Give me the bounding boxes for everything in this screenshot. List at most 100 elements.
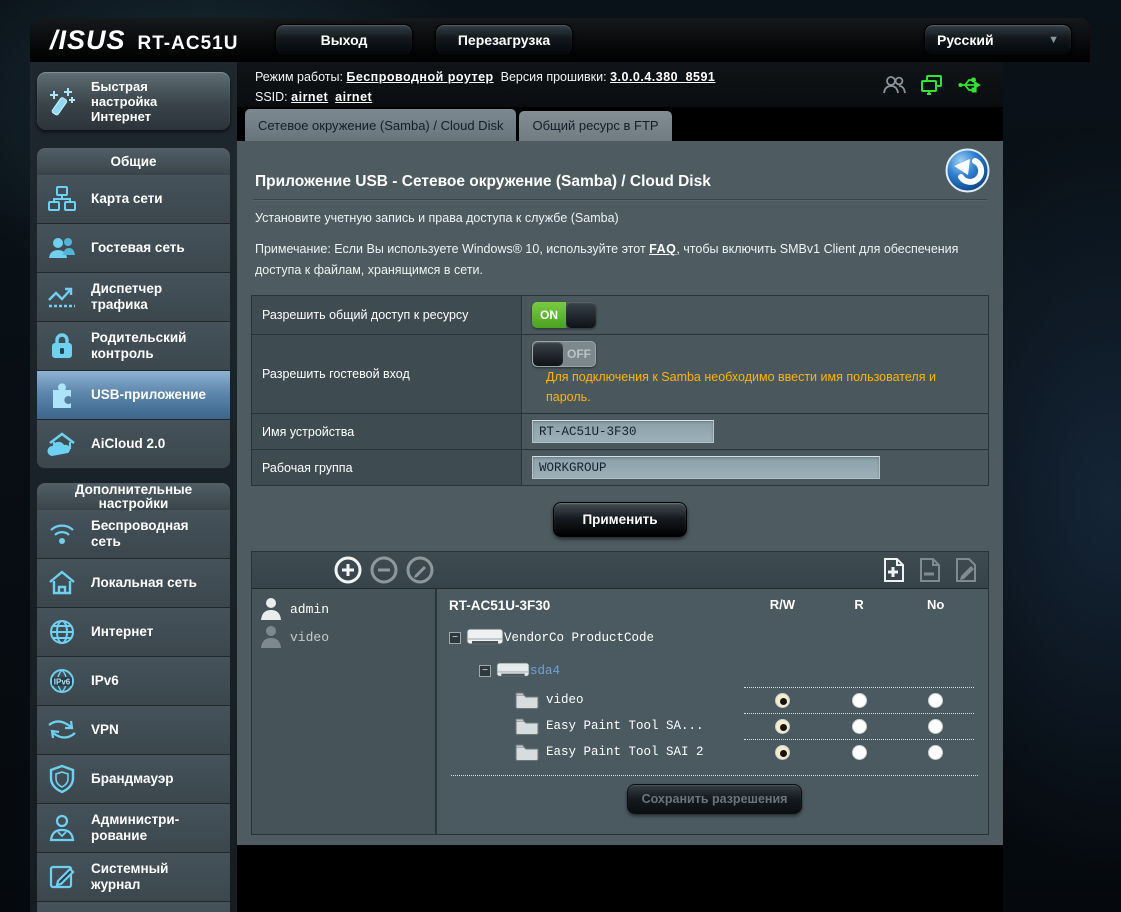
- table-row: Имя устройства: [252, 414, 989, 450]
- reboot-button[interactable]: Перезагрузка: [435, 24, 573, 56]
- sidebar-item-firewall[interactable]: Брандмауэр: [37, 755, 230, 804]
- share-enable-toggle[interactable]: ON: [532, 302, 596, 328]
- folder-icon: [515, 691, 539, 709]
- folder-icon: [515, 743, 539, 761]
- operation-mode-label: Режим работы:: [255, 70, 343, 84]
- radio-r[interactable]: [852, 745, 867, 760]
- main-area: Режим работы: Беспроводной роутер Версия…: [237, 62, 1003, 912]
- sidebar-item-vpn[interactable]: VPN: [37, 706, 230, 755]
- windows10-note: Примечание: Если Вы используете Windows®…: [255, 239, 985, 281]
- page-subtitle: Установите учетную запись и права доступ…: [255, 211, 985, 225]
- faq-link[interactable]: FAQ: [649, 242, 676, 256]
- guest-login-label: Разрешить гостевой вход: [252, 335, 522, 414]
- radio-no[interactable]: [928, 745, 943, 760]
- sidebar-item-ipv6[interactable]: IPv6 IPv6: [37, 657, 230, 706]
- toggle-on-label: ON: [532, 302, 566, 328]
- disk-label[interactable]: VendorCo ProductCode: [504, 631, 654, 645]
- vpn-icon: [45, 714, 79, 746]
- guest-network-icon: [45, 232, 79, 264]
- sidebar-item-label: Системный журнал: [91, 861, 216, 893]
- table-row: Разрешить гостевой вход OFF Для подключе…: [252, 335, 989, 414]
- add-share-button[interactable]: [882, 557, 906, 583]
- logout-button[interactable]: Выход: [275, 24, 413, 56]
- radio-no[interactable]: [928, 719, 943, 734]
- samba-settings-table: Разрешить общий доступ к ресурсу ON Разр…: [251, 295, 989, 486]
- user-row-admin[interactable]: admin: [260, 597, 427, 621]
- sidebar-item-administration[interactable]: Администри-рование: [37, 804, 230, 853]
- guest-login-toggle[interactable]: OFF: [532, 341, 596, 367]
- folder-icon: [515, 717, 539, 735]
- save-permissions-button[interactable]: Сохранить разрешения: [627, 784, 803, 814]
- workgroup-label: Рабочая группа: [252, 450, 522, 486]
- quick-setup-button[interactable]: Быстрая настройка Интернет: [37, 72, 230, 130]
- radio-no[interactable]: [928, 693, 943, 708]
- ssid-link-1[interactable]: airnet: [291, 90, 328, 104]
- sidebar-item-label: Диспетчер трафика: [91, 281, 216, 313]
- radio-r[interactable]: [852, 719, 867, 734]
- router-model: RT-AC51U: [138, 33, 239, 55]
- guest-login-hint: Для подключения к Samba необходимо ввест…: [546, 367, 946, 407]
- sidebar-item-label: Карта сети: [91, 191, 216, 207]
- tab-samba-cloud-disk[interactable]: Сетевое окружение (Samba) / Cloud Disk: [245, 109, 516, 141]
- users-icon[interactable]: [882, 75, 906, 95]
- radio-rw-selected[interactable]: [775, 719, 790, 734]
- lan-house-icon: [45, 567, 79, 599]
- ssid-label: SSID:: [255, 90, 288, 104]
- folder-label: Easy Paint Tool SA...: [546, 719, 704, 733]
- modify-share-button[interactable]: [954, 557, 978, 583]
- edit-user-button[interactable]: [406, 556, 434, 584]
- sidebar-item-label: Локальная сеть: [91, 575, 216, 591]
- permissions-body: admin video RT-AC51U-3F30 R/W R No: [252, 589, 988, 834]
- tree-node-partition: − sda4: [449, 655, 980, 687]
- radio-rw-selected[interactable]: [775, 745, 790, 760]
- svg-text:IPv6: IPv6: [54, 678, 71, 687]
- clients-monitor-icon[interactable]: [920, 74, 943, 95]
- sidebar-item-system-log[interactable]: Системный журнал: [37, 853, 230, 902]
- radio-rw-selected[interactable]: [775, 693, 790, 708]
- sidebar-item-label: Родительский контроль: [91, 330, 216, 362]
- sidebar-item-network-map[interactable]: Карта сети: [37, 175, 230, 224]
- radio-r[interactable]: [852, 693, 867, 708]
- device-name-input[interactable]: [532, 420, 714, 443]
- sidebar-item-label: VPN: [91, 722, 216, 738]
- sidebar-item-label: Беспроводная сеть: [91, 518, 216, 550]
- sidebar-item-usb-application[interactable]: USB-приложение: [37, 371, 230, 420]
- sidebar-item-guest-network[interactable]: Гостевая сеть: [37, 224, 230, 273]
- tree-folder-easy-paint-sa: Easy Paint Tool SA...: [449, 713, 980, 739]
- sidebar-item-traffic-manager[interactable]: Диспетчер трафика: [37, 273, 230, 322]
- workgroup-input[interactable]: [532, 456, 880, 479]
- ssid-link-2[interactable]: airnet: [335, 90, 372, 104]
- apply-button[interactable]: Применить: [553, 502, 686, 537]
- sidebar-item-lan[interactable]: Локальная сеть: [37, 559, 230, 608]
- sidebar-item-wan[interactable]: Интернет: [37, 608, 230, 657]
- magic-wand-icon: [47, 85, 81, 117]
- operation-mode-link[interactable]: Беспроводной роутер: [346, 70, 493, 84]
- usb-icon[interactable]: [957, 76, 983, 94]
- back-button[interactable]: [944, 147, 991, 194]
- firmware-version-link[interactable]: 3.0.0.4.380_8591: [610, 70, 715, 84]
- tab-bar: Сетевое окружение (Samba) / Cloud Disk О…: [237, 107, 1003, 141]
- column-r: R: [821, 597, 898, 612]
- note-text-before: Примечание: Если Вы используете Windows®…: [255, 242, 649, 256]
- collapse-expander[interactable]: −: [479, 665, 491, 677]
- sidebar-item-label: Администри-рование: [91, 812, 216, 844]
- content-panel: Приложение USB - Сетевое окружение (Samb…: [237, 141, 1003, 845]
- sidebar-item-aicloud[interactable]: AiCloud 2.0: [37, 420, 230, 469]
- sidebar-item-parental-control[interactable]: Родительский контроль: [37, 322, 230, 371]
- remove-user-button[interactable]: [370, 556, 398, 584]
- administration-person-icon: [45, 812, 79, 844]
- aicloud-icon: [45, 428, 79, 460]
- asus-logo: /ISUS RT-AC51U: [30, 25, 275, 56]
- add-user-button[interactable]: [334, 556, 362, 584]
- remove-share-button[interactable]: [918, 557, 942, 583]
- user-row-video[interactable]: video: [260, 625, 427, 649]
- sidebar-item-network-tools[interactable]: Сетевые: [37, 902, 230, 912]
- tree-folder-easy-paint-sai2: Easy Paint Tool SAI 2: [449, 739, 980, 765]
- sidebar-item-wireless[interactable]: Беспроводная сеть: [37, 510, 230, 559]
- permission-column-headers: R/W R No: [744, 597, 974, 612]
- folder-label: video: [546, 693, 584, 707]
- tab-ftp-share[interactable]: Общий ресурс в FTP: [519, 111, 671, 141]
- collapse-expander[interactable]: −: [449, 632, 461, 644]
- language-dropdown[interactable]: Русский ▼: [924, 24, 1072, 56]
- partition-label[interactable]: sda4: [530, 664, 560, 678]
